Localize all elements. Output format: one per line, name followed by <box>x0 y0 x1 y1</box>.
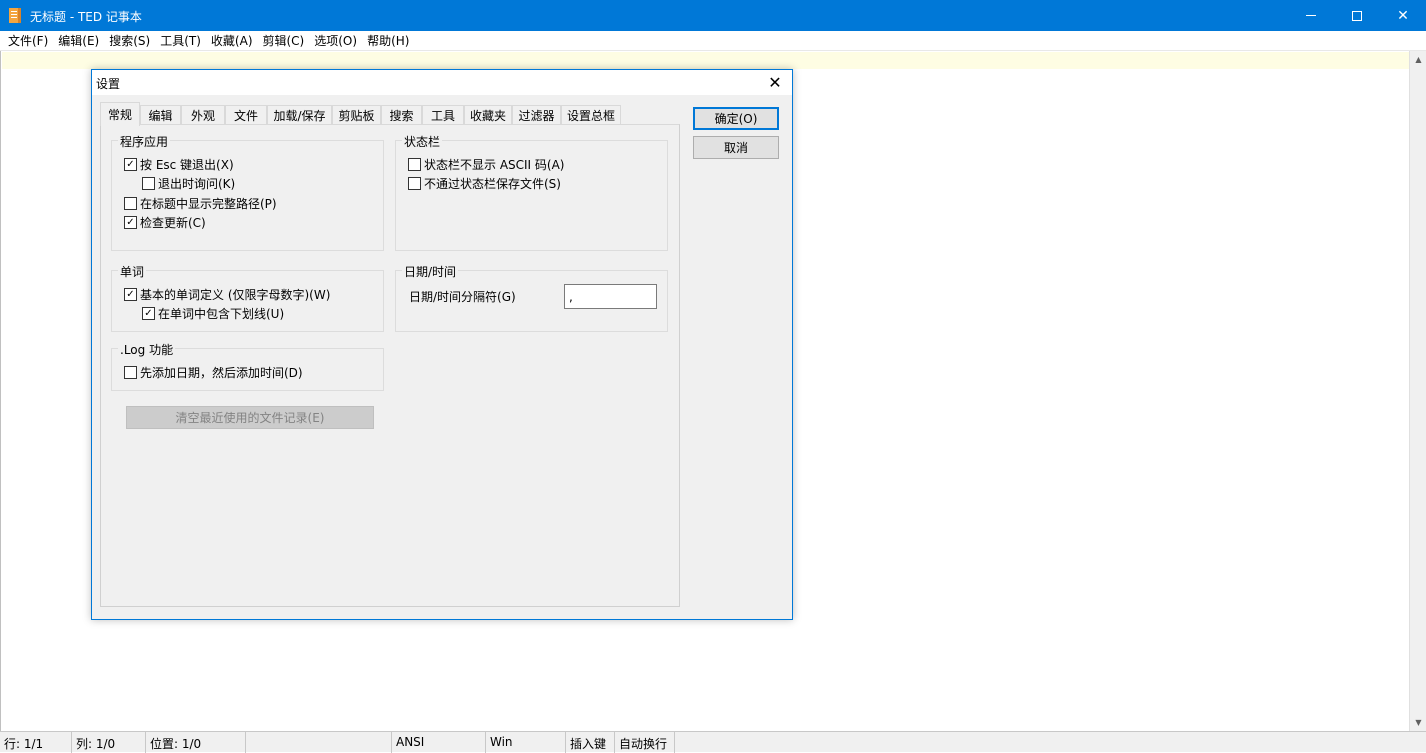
log-date-first-checkbox[interactable]: 先添加日期，然后添加时间(D) <box>124 364 303 381</box>
no-save-label: 不通过状态栏保存文件(S) <box>424 177 561 191</box>
menu-help[interactable]: 帮助(H) <box>362 32 414 49</box>
full-path-label: 在标题中显示完整路径(P) <box>140 197 277 211</box>
status-bar: 行: 1/1 列: 1/0 位置: 1/0 ANSI Win 插入键 自动换行 <box>0 731 1426 753</box>
menu-search[interactable]: 搜索(S) <box>104 32 155 49</box>
checkbox-checked-icon: ✓ <box>124 216 137 229</box>
tab-load-save[interactable]: 加载/保存 <box>267 105 332 125</box>
checkbox-checked-icon: ✓ <box>124 158 137 171</box>
no-save-checkbox[interactable]: 不通过状态栏保存文件(S) <box>408 175 561 192</box>
checkbox-unchecked-icon <box>408 158 421 171</box>
datetime-separator-label: 日期/时间分隔符(G) <box>409 290 516 304</box>
check-update-label: 检查更新(C) <box>140 216 206 230</box>
checkbox-unchecked-icon <box>124 197 137 210</box>
no-ascii-label: 状态栏不显示 ASCII 码(A) <box>424 158 565 172</box>
title-bar[interactable]: 无标题 - TED 记事本 ✕ <box>0 0 1426 31</box>
underscore-label: 在单词中包含下划线(U) <box>158 307 285 321</box>
group-datetime-label: 日期/时间 <box>402 263 459 280</box>
tab-clipboard[interactable]: 剪贴板 <box>332 105 381 125</box>
tab-filters[interactable]: 过滤器 <box>512 105 561 125</box>
cancel-button[interactable]: 取消 <box>693 136 779 159</box>
status-col: 列: 1/0 <box>72 732 146 753</box>
tab-panel-general: 程序应用 ✓ 按 Esc 键退出(X) 退出时询问(K) 在标题中显示完整路径(… <box>100 124 680 607</box>
tab-general[interactable]: 常规 <box>100 102 140 126</box>
status-line: 行: 1/1 <box>0 732 72 753</box>
ok-button[interactable]: 确定(O) <box>693 107 779 130</box>
full-path-checkbox[interactable]: 在标题中显示完整路径(P) <box>124 195 277 212</box>
exit-confirm-checkbox[interactable]: 退出时询问(K) <box>142 175 235 192</box>
checkbox-unchecked-icon <box>408 177 421 190</box>
notepad-icon <box>9 8 21 23</box>
tab-appearance[interactable]: 外观 <box>181 105 225 125</box>
window-title: 无标题 - TED 记事本 <box>30 10 142 24</box>
checkbox-checked-icon: ✓ <box>142 307 155 320</box>
tab-settings-overview[interactable]: 设置总框 <box>561 105 621 125</box>
menu-edit[interactable]: 编辑(E) <box>53 32 104 49</box>
group-datetime: 日期/时间 日期/时间分隔符(G) <box>395 263 668 332</box>
checkbox-checked-icon: ✓ <box>124 288 137 301</box>
group-log-label: .Log 功能 <box>118 341 176 358</box>
menu-tools[interactable]: 工具(T) <box>155 32 206 49</box>
menu-file[interactable]: 文件(F) <box>3 32 53 49</box>
group-program-label: 程序应用 <box>118 133 171 150</box>
menu-options[interactable]: 选项(O) <box>309 32 362 49</box>
clear-recent-button[interactable]: 清空最近使用的文件记录(E) <box>126 406 374 429</box>
check-update-checkbox[interactable]: ✓ 检查更新(C) <box>124 214 206 231</box>
close-button[interactable]: ✕ <box>1380 0 1426 31</box>
exit-confirm-label: 退出时询问(K) <box>158 177 236 191</box>
underscore-checkbox[interactable]: ✓ 在单词中包含下划线(U) <box>142 305 284 322</box>
status-wrap: 自动换行 <box>615 732 675 753</box>
log-date-first-label: 先添加日期，然后添加时间(D) <box>140 366 303 380</box>
status-eol: Win <box>486 732 566 753</box>
maximize-button[interactable] <box>1334 0 1380 31</box>
vertical-scrollbar[interactable]: ▲ ▼ <box>1409 51 1426 731</box>
group-log: .Log 功能 先添加日期，然后添加时间(D) <box>111 341 384 391</box>
group-words: 单词 ✓ 基本的单词定义 (仅限字母数字)(W) ✓ 在单词中包含下划线(U) <box>111 263 384 332</box>
dialog-close-button[interactable]: ✕ <box>758 70 792 95</box>
menu-clip[interactable]: 剪辑(C) <box>258 32 310 49</box>
dialog-title-bar[interactable]: 设置 ✕ <box>92 70 792 95</box>
basic-word-label: 基本的单词定义 (仅限字母数字)(W) <box>140 288 331 302</box>
status-insert: 插入键 <box>566 732 615 753</box>
tab-edit[interactable]: 编辑 <box>140 105 181 125</box>
minimize-button[interactable] <box>1288 0 1334 31</box>
esc-exit-label: 按 Esc 键退出(X) <box>140 158 234 172</box>
tab-tools[interactable]: 工具 <box>422 105 464 125</box>
esc-exit-checkbox[interactable]: ✓ 按 Esc 键退出(X) <box>124 156 234 173</box>
tab-search[interactable]: 搜索 <box>381 105 422 125</box>
scroll-down-icon[interactable]: ▼ <box>1410 714 1426 731</box>
close-icon: ✕ <box>768 73 782 92</box>
status-empty <box>246 732 392 753</box>
settings-dialog: 设置 ✕ 常规 编辑 外观 文件 加载/保存 剪贴板 搜索 工具 收藏夹 过滤器… <box>91 69 793 620</box>
status-position: 位置: 1/0 <box>146 732 246 753</box>
tab-favorites[interactable]: 收藏夹 <box>464 105 512 125</box>
close-icon: ✕ <box>1397 7 1409 24</box>
group-words-label: 单词 <box>118 263 147 280</box>
current-line-highlight <box>2 52 1410 69</box>
group-statusbar: 状态栏 状态栏不显示 ASCII 码(A) 不通过状态栏保存文件(S) <box>395 133 668 251</box>
status-encoding: ANSI <box>392 732 486 753</box>
group-statusbar-label: 状态栏 <box>402 133 443 150</box>
dialog-title: 设置 <box>96 77 121 91</box>
datetime-separator-input[interactable] <box>564 284 657 309</box>
menu-bar: 文件(F) 编辑(E) 搜索(S) 工具(T) 收藏(A) 剪辑(C) 选项(O… <box>0 31 1426 51</box>
basic-word-checkbox[interactable]: ✓ 基本的单词定义 (仅限字母数字)(W) <box>124 286 330 303</box>
maximize-icon <box>1352 10 1362 21</box>
menu-favorites[interactable]: 收藏(A) <box>206 32 258 49</box>
minimize-icon <box>1306 15 1316 16</box>
checkbox-unchecked-icon <box>124 366 137 379</box>
scroll-up-icon[interactable]: ▲ <box>1410 51 1426 68</box>
checkbox-unchecked-icon <box>142 177 155 190</box>
tab-file[interactable]: 文件 <box>225 105 267 125</box>
no-ascii-checkbox[interactable]: 状态栏不显示 ASCII 码(A) <box>408 156 565 173</box>
group-program: 程序应用 ✓ 按 Esc 键退出(X) 退出时询问(K) 在标题中显示完整路径(… <box>111 133 384 251</box>
